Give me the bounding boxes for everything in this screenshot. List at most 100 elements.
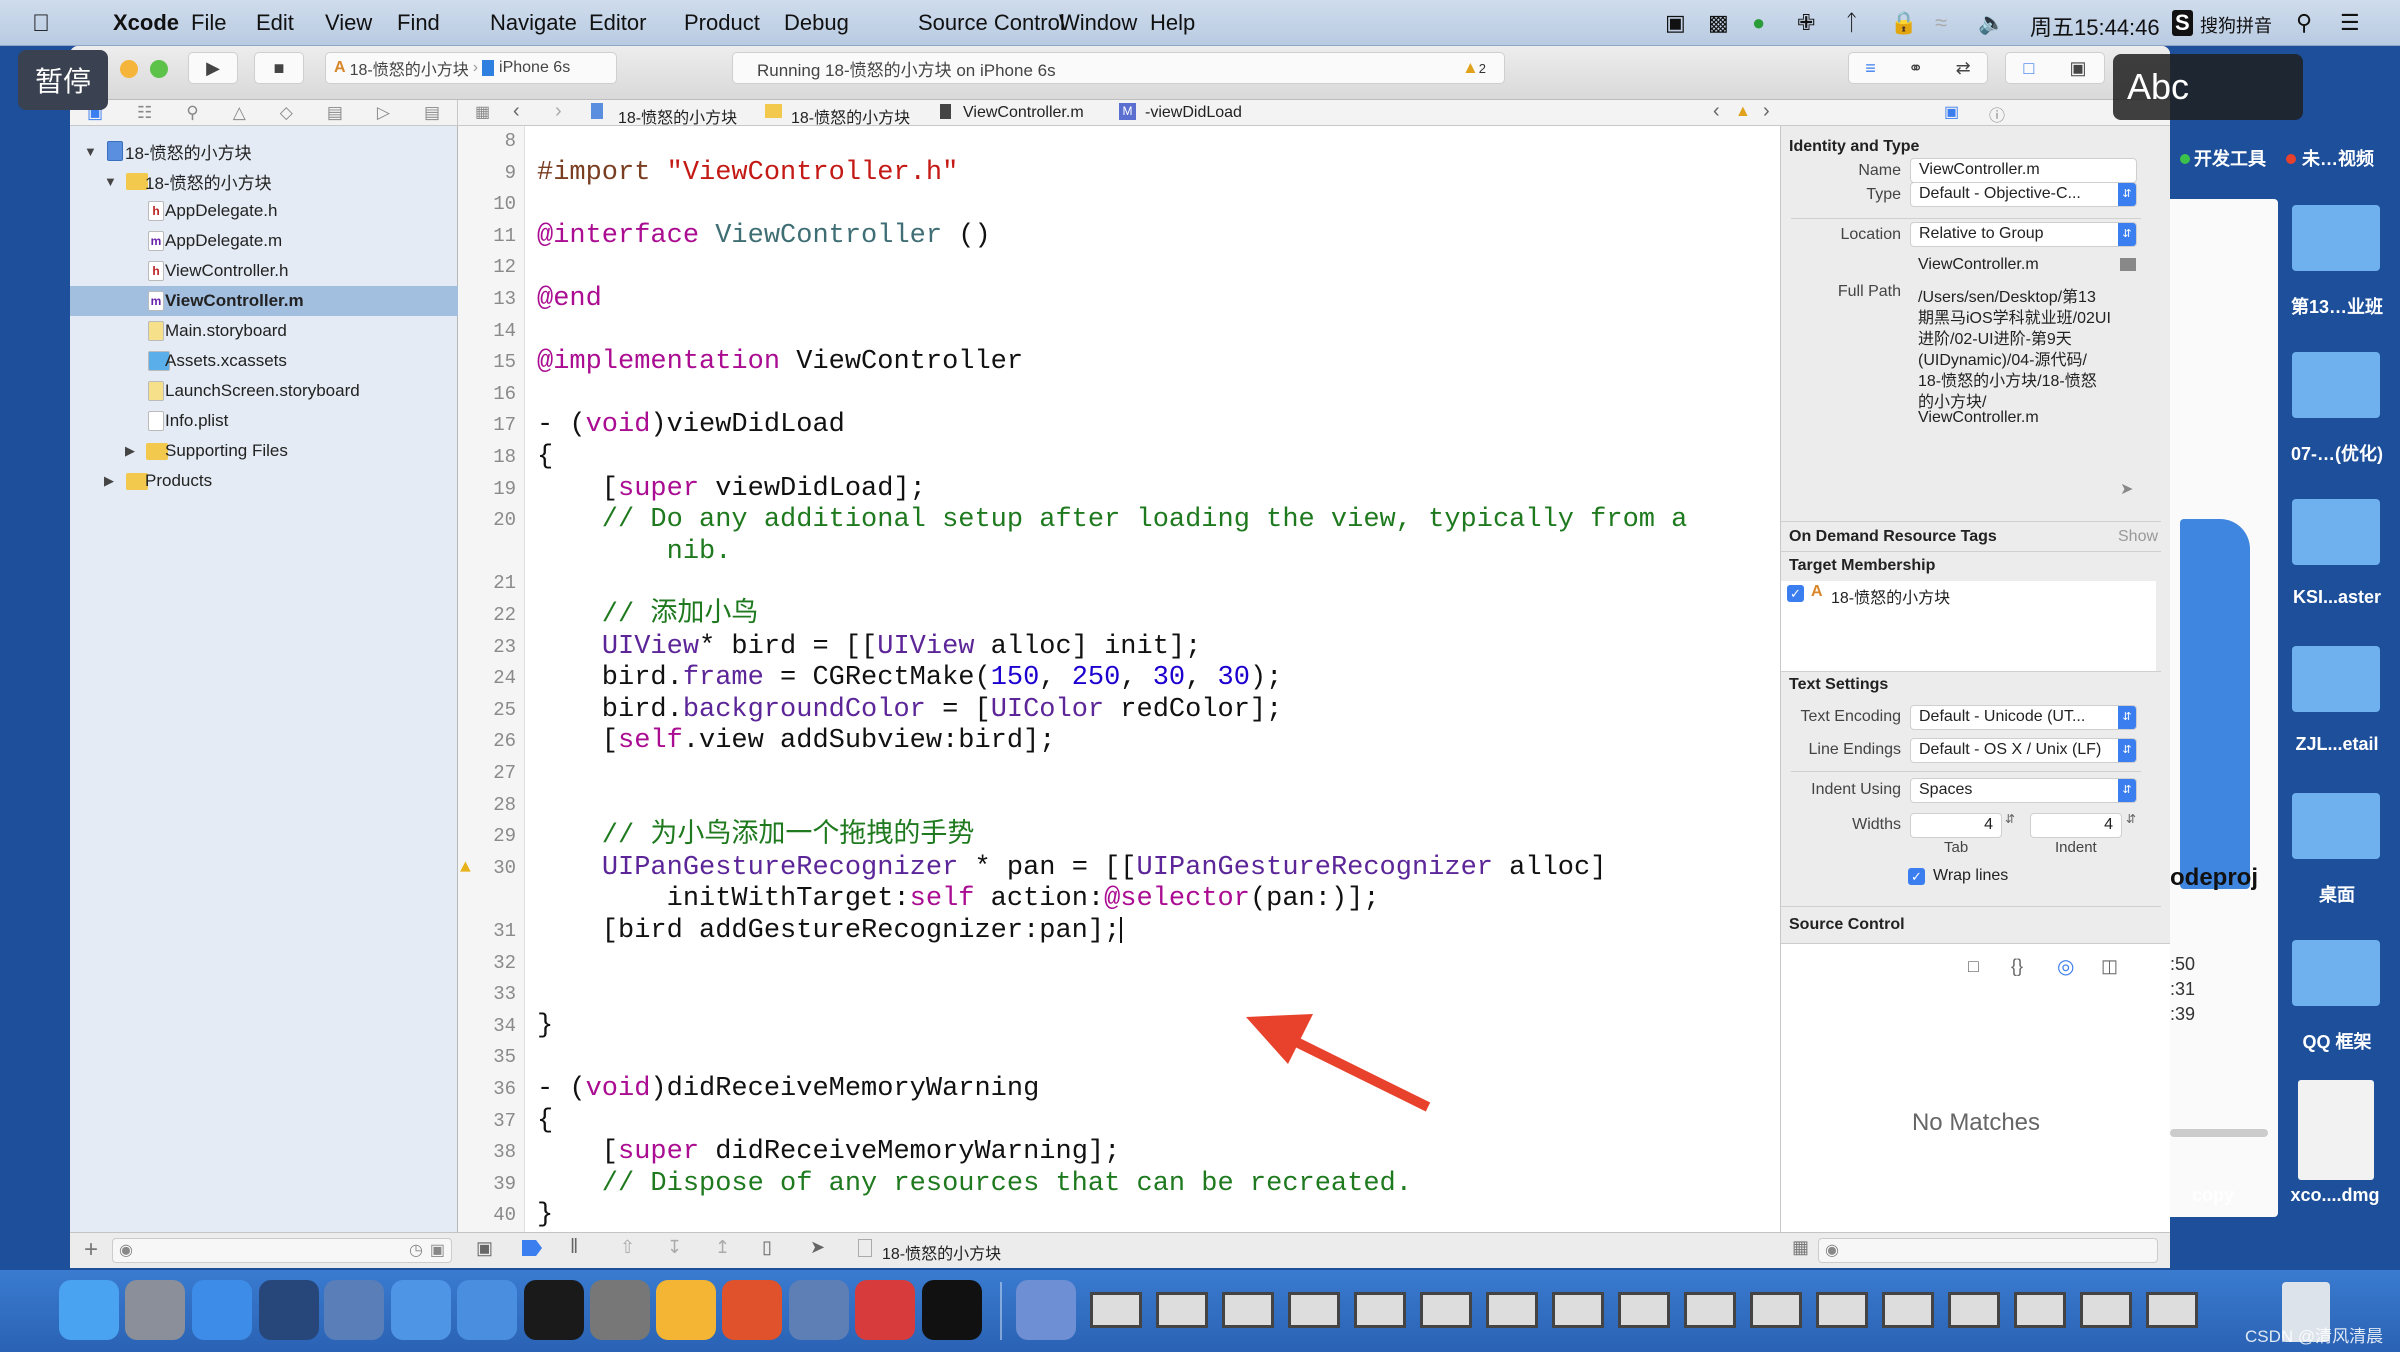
menu-debug[interactable]: Debug bbox=[784, 10, 849, 36]
indent-using-select[interactable]: Spaces ⇵ bbox=[1910, 778, 2137, 803]
dock-minimized-window[interactable] bbox=[2014, 1292, 2066, 1328]
dock-minimized-window[interactable] bbox=[1288, 1292, 1340, 1328]
menu-xcode[interactable]: Xcode bbox=[113, 10, 179, 36]
dock-minimized-window[interactable] bbox=[1816, 1292, 1868, 1328]
scm-filter-icon[interactable]: ▣ bbox=[430, 1240, 445, 1260]
dock-app-media-player[interactable] bbox=[1016, 1280, 1076, 1340]
menu-file[interactable]: File bbox=[191, 10, 226, 36]
menu-help[interactable]: Help bbox=[1150, 10, 1195, 36]
back-button[interactable]: ‹ bbox=[513, 100, 520, 123]
target-checkbox[interactable]: ✓ bbox=[1787, 585, 1804, 602]
lock-icon[interactable]: 🔒 bbox=[1890, 10, 1917, 36]
dock-minimized-window[interactable] bbox=[1420, 1292, 1472, 1328]
desktop-folder-icon[interactable] bbox=[2292, 499, 2380, 565]
menu-product[interactable]: Product bbox=[684, 10, 760, 36]
menu-window[interactable]: Window bbox=[1059, 10, 1137, 36]
scheme-selector[interactable]: A 18-愤怒的小方块 › iPhone 6s bbox=[325, 52, 617, 84]
code-snippet-library-icon[interactable]: {} bbox=[2011, 956, 2023, 977]
breadcrumb-project[interactable]: 18-愤怒的小方块 bbox=[618, 104, 737, 128]
desktop-item-label[interactable]: KSI...aster bbox=[2282, 587, 2392, 608]
finder-scrollbar[interactable] bbox=[2170, 1129, 2268, 1137]
dock-minimized-window[interactable] bbox=[1948, 1292, 2000, 1328]
previous-issue-button[interactable]: ‹ bbox=[1713, 100, 1720, 123]
warning-icon[interactable]: ▲2 bbox=[1462, 58, 1486, 78]
name-field[interactable]: ViewController.m bbox=[1910, 158, 2137, 183]
desktop-tag[interactable]: 开发工具 bbox=[2194, 145, 2266, 171]
type-select[interactable]: Default - Objective-C... ⇵ bbox=[1910, 182, 2137, 207]
dock-app-console[interactable] bbox=[922, 1280, 982, 1340]
navigator-item[interactable]: ▶ Supporting Files bbox=[70, 436, 458, 466]
object-library-icon[interactable]: ◎ bbox=[2057, 954, 2074, 979]
library-grid-icon[interactable]: ▦ bbox=[1792, 1237, 1809, 1258]
report-navigator-icon[interactable]: ▤ bbox=[424, 103, 440, 123]
desktop-folder-icon[interactable] bbox=[2292, 940, 2380, 1006]
desktop-tag[interactable]: 未…视频 bbox=[2302, 145, 2374, 171]
desktop-item-label[interactable]: 第13…业班 bbox=[2282, 293, 2392, 319]
step-over-icon[interactable]: ⇧ bbox=[620, 1237, 635, 1258]
dock-minimized-window[interactable] bbox=[1750, 1292, 1802, 1328]
dock-minimized-window[interactable] bbox=[1156, 1292, 1208, 1328]
dock-app-mouse-app[interactable] bbox=[259, 1280, 319, 1340]
forward-button[interactable]: › bbox=[555, 100, 562, 123]
step-out-icon[interactable]: ↥ bbox=[715, 1237, 730, 1258]
navigator-item[interactable]: Main.storyboard bbox=[70, 316, 458, 346]
file-inspector-icon[interactable]: ▣ bbox=[1944, 102, 1959, 122]
desktop-item-label[interactable]: xco....dmg bbox=[2280, 1185, 2390, 1206]
dock-minimized-window[interactable] bbox=[2146, 1292, 2198, 1328]
navigator-item[interactable]: ▼ 18-愤怒的小方块 bbox=[70, 136, 458, 166]
navigator-item[interactable]: m AppDelegate.m bbox=[70, 226, 458, 256]
issue-navigator-icon[interactable]: △ bbox=[233, 103, 246, 123]
menu-editor[interactable]: Editor bbox=[589, 10, 646, 36]
test-navigator-icon[interactable]: ◇ bbox=[280, 103, 293, 123]
desktop-item-label[interactable]: 桌面 bbox=[2282, 881, 2392, 907]
tab-width-stepper[interactable]: ⇵ bbox=[2005, 812, 2015, 826]
dock-app-system-preferences[interactable] bbox=[590, 1280, 650, 1340]
bluetooth-icon[interactable]: ᛏ bbox=[1845, 10, 1858, 36]
dmg-file-icon[interactable] bbox=[2298, 1080, 2374, 1180]
navigator-toggle-icon[interactable]: □ bbox=[2024, 58, 2035, 79]
folder-icon[interactable] bbox=[2120, 258, 2136, 271]
volume-icon[interactable]: 🔈 bbox=[1978, 10, 2005, 36]
indent-width-field[interactable]: 4 bbox=[2030, 813, 2122, 838]
dock-app-finder[interactable] bbox=[59, 1280, 119, 1340]
breadcrumb-file[interactable]: ViewController.m bbox=[963, 104, 1084, 122]
dock-app-sketch[interactable] bbox=[656, 1280, 716, 1340]
find-navigator-icon[interactable]: ⚲ bbox=[186, 103, 198, 123]
screen-mirror-icon[interactable]: ▣ bbox=[1665, 10, 1686, 36]
disclosure-closed-icon[interactable]: ▶ bbox=[104, 473, 114, 489]
navigator-item[interactable]: m ViewController.m bbox=[70, 286, 458, 316]
navigator-item[interactable]: Assets.xcassets bbox=[70, 346, 458, 376]
show-odr-button[interactable]: Show bbox=[2118, 528, 2158, 546]
navigator-item[interactable]: ▶ Products bbox=[70, 466, 458, 496]
dock-app-teamviewer[interactable] bbox=[855, 1280, 915, 1340]
dock-minimized-window[interactable] bbox=[1090, 1292, 1142, 1328]
clock[interactable]: 周五15:44:46 bbox=[2030, 10, 2160, 42]
file-template-library-icon[interactable]: □ bbox=[1968, 956, 1979, 977]
desktop-item-label[interactable]: 07-…(优化) bbox=[2282, 440, 2392, 466]
dock-minimized-window[interactable] bbox=[1552, 1292, 1604, 1328]
breadcrumb-method[interactable]: -viewDidLoad bbox=[1145, 104, 1242, 122]
video-record-icon[interactable]: ▩ bbox=[1708, 10, 1729, 36]
recent-files-icon[interactable]: ◷ bbox=[409, 1240, 423, 1260]
dock-app-video-app[interactable] bbox=[324, 1280, 384, 1340]
pause-overlay[interactable]: 暂停 bbox=[18, 50, 108, 110]
hide-debug-area-icon[interactable]: ▣ bbox=[476, 1238, 493, 1259]
related-items-icon[interactable]: ▦ bbox=[475, 102, 490, 122]
menu-view[interactable]: View bbox=[325, 10, 372, 36]
notification-center-icon[interactable]: ☰ bbox=[2340, 10, 2360, 36]
desktop-item-label[interactable]: copy bbox=[2158, 1185, 2268, 1206]
reveal-in-finder-icon[interactable]: ➤ bbox=[2120, 479, 2133, 499]
wrap-lines-checkbox[interactable]: ✓ bbox=[1908, 868, 1925, 885]
tab-width-field[interactable]: 4 bbox=[1910, 813, 2002, 838]
input-method[interactable]: 搜狗拼音 bbox=[2200, 12, 2272, 38]
indent-width-stepper[interactable]: ⇵ bbox=[2126, 812, 2136, 826]
breadcrumb-group[interactable]: 18-愤怒的小方块 bbox=[791, 104, 910, 128]
stop-button[interactable]: ■ bbox=[254, 52, 304, 84]
dock-app-safari[interactable] bbox=[192, 1280, 252, 1340]
dock-app-powerpoint-p[interactable] bbox=[722, 1280, 782, 1340]
step-into-icon[interactable]: ↧ bbox=[667, 1237, 682, 1258]
pause-icon[interactable]: ‖ bbox=[570, 1236, 578, 1259]
symbol-navigator-icon[interactable]: ☷ bbox=[137, 103, 152, 123]
disclosure-closed-icon[interactable]: ▶ bbox=[125, 443, 135, 459]
fan-icon[interactable]: ✙ bbox=[1797, 10, 1815, 36]
